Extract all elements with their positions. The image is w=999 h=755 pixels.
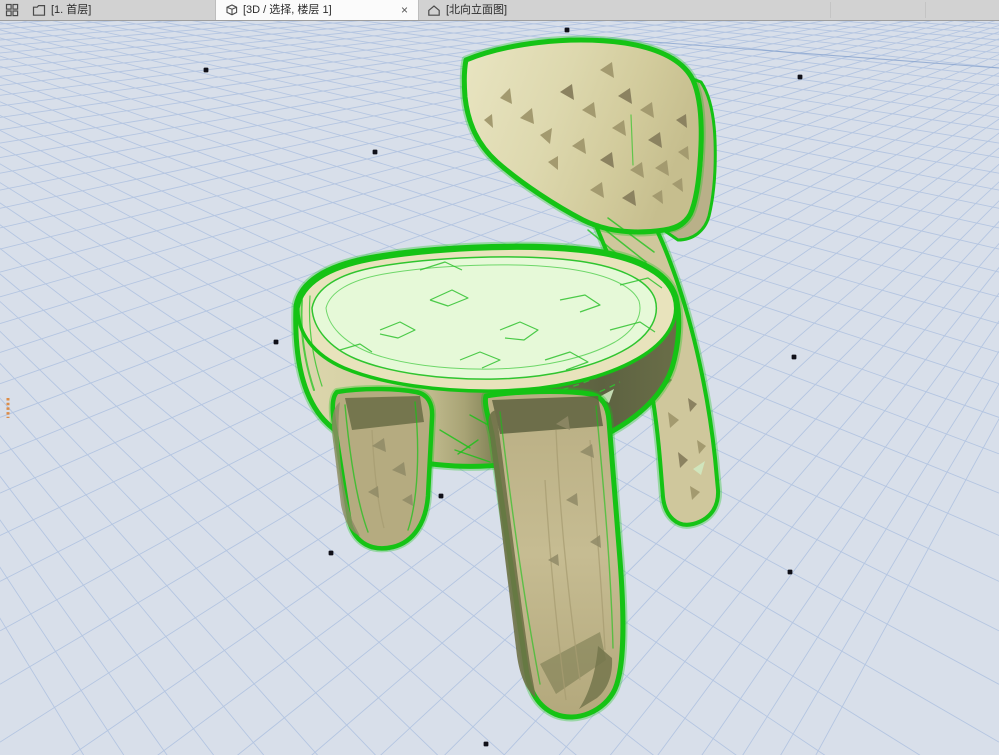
tab-label-elevation: [北向立面图] [446,4,508,16]
elevation-icon [428,4,440,16]
tab-overview-button[interactable] [0,0,24,20]
tab-elevation[interactable]: [北向立面图] [419,0,515,20]
tab-label-floor-plan: [1. 首层] [51,4,92,16]
chair-front-center-leg[interactable] [480,387,628,722]
tab-separator [925,2,926,18]
tab-separator [830,2,831,18]
tab-overview-icon [5,3,19,17]
chair-model[interactable] [291,35,723,722]
close-tab-icon[interactable]: × [399,4,410,16]
tab-bar: [1. 首层] [3D / 选择, 楼层 1] × [北向立面图] [0,0,999,21]
viewport-3d-canvas[interactable] [0,0,999,755]
application-window: [1. 首层] [3D / 选择, 楼层 1] × [北向立面图] [0,0,999,755]
tab-3d-view[interactable]: [3D / 选择, 楼层 1] × [215,0,419,20]
chair-front-left-leg[interactable] [328,385,437,553]
floor-plan-icon [32,4,46,16]
tab-floor-plan[interactable]: [1. 首层] [24,0,215,20]
tab-label-3d-view: [3D / 选择, 楼层 1] [243,4,332,16]
3d-view-icon [226,4,238,16]
